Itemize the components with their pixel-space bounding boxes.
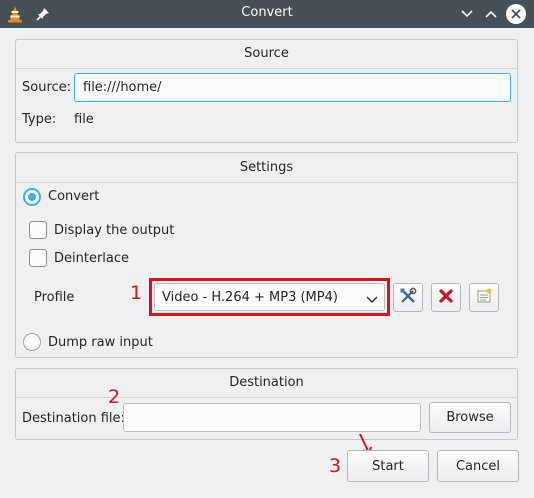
type-value: file [74, 112, 94, 127]
cancel-button[interactable]: Cancel [437, 450, 519, 482]
deinterlace-checkbox[interactable] [29, 249, 47, 267]
profile-label: Profile [34, 290, 75, 305]
browse-button[interactable]: Browse [429, 402, 511, 433]
chevron-down-icon [366, 293, 378, 308]
cancel-button-label: Cancel [455, 458, 501, 474]
type-label: Type: [22, 112, 57, 127]
tools-icon [399, 287, 417, 309]
source-input[interactable]: file:///home/ [74, 73, 511, 102]
start-button-label: Start [372, 458, 404, 474]
settings-divider [16, 182, 517, 183]
deinterlace-label[interactable]: Deinterlace [54, 251, 129, 266]
convert-label[interactable]: Convert [48, 189, 99, 204]
annotation-step-2: 2 [108, 386, 121, 408]
minimize-icon[interactable] [457, 4, 477, 24]
source-label: Source: [22, 80, 72, 95]
annotation-step-3: 3 [329, 455, 342, 477]
edit-profile-button[interactable] [393, 283, 423, 312]
browse-button-label: Browse [446, 410, 494, 425]
close-icon[interactable] [505, 3, 527, 25]
source-input-value: file:///home/ [83, 80, 162, 95]
new-profile-icon [476, 288, 492, 308]
convert-radio[interactable] [23, 188, 41, 206]
dump-raw-label[interactable]: Dump raw input [48, 335, 153, 350]
source-heading: Source [244, 46, 289, 61]
window-title: Convert [241, 5, 293, 20]
dump-raw-radio[interactable] [23, 333, 41, 351]
display-output-label[interactable]: Display the output [54, 223, 174, 238]
source-divider [16, 68, 517, 69]
destination-file-input[interactable] [123, 403, 421, 432]
delete-x-icon [439, 288, 453, 307]
start-button[interactable]: Start [347, 450, 429, 482]
title-bar: Convert [0, 0, 534, 28]
settings-heading: Settings [239, 160, 294, 175]
destination-heading: Destination [229, 375, 304, 390]
profile-select[interactable]: Video - H.264 + MP3 (MP4) [154, 283, 385, 311]
profile-select-value: Video - H.264 + MP3 (MP4) [162, 289, 338, 305]
maximize-icon[interactable] [481, 4, 501, 24]
destination-divider [16, 397, 517, 398]
delete-profile-button[interactable] [431, 283, 461, 312]
destination-file-label: Destination file: [22, 411, 125, 426]
new-profile-button[interactable] [469, 283, 499, 312]
display-output-checkbox[interactable] [29, 221, 47, 239]
annotation-step-1: 1 [130, 282, 143, 304]
